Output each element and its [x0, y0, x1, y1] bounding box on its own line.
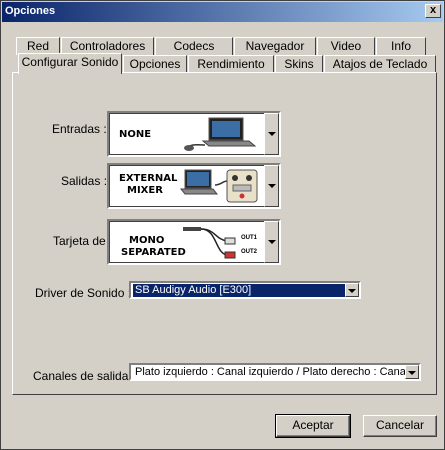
tab-skins[interactable]: Skins — [275, 55, 323, 73]
canales-select[interactable]: Plato izquierdo : Canal izquierdo / Plat… — [129, 363, 421, 381]
tab-rendimiento[interactable]: Rendimiento — [188, 55, 274, 73]
tab-video[interactable]: Video — [317, 37, 375, 55]
canales-label: Canales de salida : — [33, 369, 136, 383]
dropdown-arrow-icon — [348, 289, 356, 293]
canales-value: Plato izquierdo : Canal izquierdo / Plat… — [135, 366, 405, 378]
title-bar: Opciones x — [2, 2, 443, 22]
entradas-label: Entradas : — [52, 122, 107, 136]
dropdown-arrow-icon — [268, 184, 276, 188]
tarjeta-dropdown-button[interactable] — [264, 221, 279, 263]
dropdown-arrow-icon — [268, 240, 276, 244]
tarjeta-label: Tarjeta de — [53, 234, 106, 248]
salidas-dropdown-button[interactable] — [264, 165, 279, 207]
dropdown-arrow-icon — [268, 132, 276, 136]
tab-panel-configurar-sonido: Entradas : NONE Salidas : EXTERNAL MIXER — [12, 72, 437, 395]
tab-atajos-de-teclado[interactable]: Atajos de Teclado — [324, 55, 436, 73]
tab-opciones[interactable]: Opciones — [123, 55, 187, 73]
laptop-turntable-icon — [184, 117, 257, 151]
salidas-selector[interactable]: EXTERNAL MIXER — [107, 163, 281, 209]
salidas-value-line1: EXTERNAL — [119, 173, 178, 184]
tarjeta-value-line2: SEPARATED — [121, 247, 186, 258]
close-button[interactable]: x — [425, 4, 441, 18]
cancel-button[interactable]: Cancelar — [363, 415, 437, 437]
tarjeta-selector[interactable]: MONO SEPARATED OUT1 OUT2 — [107, 219, 281, 265]
dropdown-arrow-icon — [408, 371, 416, 375]
rca-cable-icon — [183, 227, 236, 259]
tarjeta-out2-label: OUT2 — [241, 249, 258, 255]
tab-info[interactable]: Info — [376, 37, 426, 55]
driver-label: Driver de Sonido : — [35, 286, 132, 300]
close-icon: x — [429, 4, 437, 16]
entradas-value: NONE — [119, 129, 152, 140]
laptop-mixer-icon — [179, 169, 258, 203]
tarjeta-out1-label: OUT1 — [241, 235, 258, 241]
tarjeta-value-line1: MONO — [129, 235, 165, 246]
options-dialog: Opciones x Red Controladores Codecs Nave… — [0, 0, 445, 450]
canales-dropdown-button[interactable] — [405, 365, 419, 379]
tab-navegador[interactable]: Navegador — [234, 37, 316, 55]
tab-codecs[interactable]: Codecs — [155, 37, 233, 55]
salidas-value-line2: MIXER — [127, 185, 163, 196]
entradas-selector[interactable]: NONE — [107, 111, 281, 157]
entradas-dropdown-button[interactable] — [264, 113, 279, 155]
salidas-label: Salidas : — [61, 174, 108, 188]
driver-dropdown-button[interactable] — [345, 283, 359, 297]
window-title: Opciones — [5, 5, 56, 17]
tab-configurar-sonido[interactable]: Configurar Sonido — [18, 53, 122, 74]
driver-value: SB Audigy Audio [E300] — [133, 284, 345, 297]
accept-button[interactable]: Aceptar — [275, 414, 351, 438]
driver-select[interactable]: SB Audigy Audio [E300] — [129, 281, 361, 299]
